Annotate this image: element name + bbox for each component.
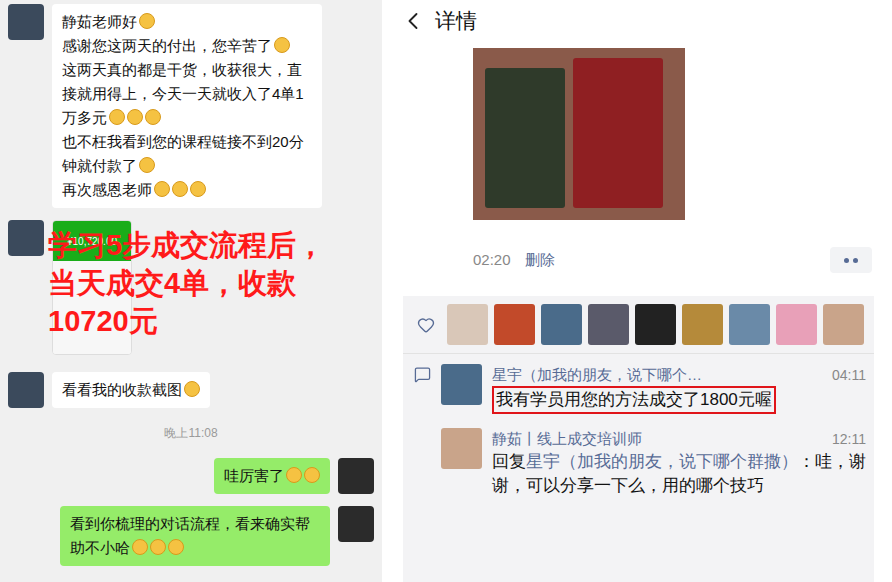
- emoji-icon: [132, 539, 148, 555]
- emoji-icon: [304, 467, 320, 483]
- liker-avatar[interactable]: [729, 304, 770, 345]
- chat-panel: 静茹老师好感谢您这两天的付出，您辛苦了这两天真的都是干货，收获很大，直接就用得上…: [0, 0, 382, 582]
- message-line: 感谢您这两天的付出，您辛苦了: [62, 34, 312, 58]
- my-avatar[interactable]: [338, 506, 374, 542]
- emoji-icon: [286, 467, 302, 483]
- message-bubble[interactable]: 哇厉害了: [214, 458, 330, 494]
- emoji-icon: [154, 181, 170, 197]
- liker-avatar[interactable]: [494, 304, 535, 345]
- message-bubble[interactable]: 看看我的收款截图: [52, 372, 210, 408]
- message-line: 看看我的收款截图: [62, 378, 200, 402]
- comment-time: 04:11: [832, 364, 866, 386]
- emoji-icon: [184, 381, 200, 397]
- dot-icon: [844, 258, 849, 263]
- message-line: 这两天真的都是干货，收获很大，直接就用得上，今天一天就收入了4单1万多元: [62, 58, 312, 130]
- comment-icon: [414, 366, 431, 383]
- message-line: 再次感恩老师: [62, 178, 312, 202]
- emoji-icon: [139, 13, 155, 29]
- emoji-icon: [109, 109, 125, 125]
- commenter-name[interactable]: 静茹丨线上成交培训师: [492, 428, 824, 450]
- contact-avatar[interactable]: [8, 220, 44, 256]
- liker-avatar[interactable]: [635, 304, 676, 345]
- timestamp: 晚上11:08: [0, 420, 382, 446]
- liker-avatar[interactable]: [776, 304, 817, 345]
- heart-icon: [417, 316, 435, 334]
- contact-avatar[interactable]: [8, 372, 44, 408]
- delete-link[interactable]: 删除: [525, 249, 555, 272]
- header-title: 详情: [435, 5, 477, 37]
- emoji-icon: [190, 181, 206, 197]
- contact-avatar[interactable]: [8, 4, 44, 40]
- chat-message: 看到你梳理的对话流程，看来确实帮助不小哈: [0, 506, 382, 566]
- message-line: 看到你梳理的对话流程，看来确实帮助不小哈: [70, 512, 320, 560]
- liker-avatar[interactable]: [541, 304, 582, 345]
- liker-avatar[interactable]: [447, 304, 488, 345]
- dot-icon: [853, 258, 858, 263]
- message-bubble[interactable]: 看到你梳理的对话流程，看来确实帮助不小哈: [60, 506, 330, 566]
- liker-avatar[interactable]: [823, 304, 864, 345]
- chat-message: ¥10,720.00学习5步成交流程后，当天成交4单，收款10720元: [0, 220, 382, 360]
- post-photo[interactable]: [473, 48, 685, 220]
- comment-time: 12:11: [832, 428, 866, 450]
- back-icon[interactable]: [399, 7, 427, 35]
- chat-message: 哇厉害了: [0, 458, 382, 494]
- page: 静茹老师好感谢您这两天的付出，您辛苦了这两天真的都是干货，收获很大，直接就用得上…: [0, 0, 892, 582]
- emoji-icon: [168, 539, 184, 555]
- emoji-icon: [274, 37, 290, 53]
- commenter-name[interactable]: 星宇（加我的朋友，说下哪个…: [492, 364, 824, 386]
- comment-text: 我有学员用您的方法成交了1800元喔: [492, 386, 776, 414]
- likes-row: [403, 296, 874, 354]
- interaction-box: 星宇（加我的朋友，说下哪个… 04:11 我有学员用您的方法成交了1800元喔静茹丨…: [403, 296, 874, 582]
- comment: 星宇（加我的朋友，说下哪个… 04:11 我有学员用您的方法成交了1800元喔: [441, 364, 866, 414]
- message-line: 静茹老师好: [62, 10, 312, 34]
- annotation-text: 学习5步成交流程后，当天成交4单，收款10720元: [48, 226, 348, 340]
- emoji-icon: [172, 181, 188, 197]
- liker-avatar[interactable]: [682, 304, 723, 345]
- liker-avatar[interactable]: [588, 304, 629, 345]
- comment: 静茹丨线上成交培训师 12:11回复星宇（加我的朋友，说下哪个群撒）：哇，谢谢，可…: [441, 428, 866, 498]
- chat-message: 静茹老师好感谢您这两天的付出，您辛苦了这两天真的都是干货，收获很大，直接就用得上…: [0, 4, 382, 208]
- chat-message: 看看我的收款截图: [0, 372, 382, 408]
- post-time: 02:20: [473, 249, 511, 272]
- comment-text: 回复星宇（加我的朋友，说下哪个群撒）：哇，谢谢，可以分享一下么，用的哪个技巧: [492, 450, 866, 498]
- emoji-icon: [150, 539, 166, 555]
- emoji-icon: [139, 157, 155, 173]
- more-button[interactable]: [830, 247, 872, 273]
- emoji-icon: [145, 109, 161, 125]
- message-line: 哇厉害了: [224, 464, 320, 488]
- my-avatar[interactable]: [338, 458, 374, 494]
- moment-detail-panel: 详情 02:20 删除星宇（加我的朋友，说下哪个… 04:11 我有学员用您的方法成交了…: [395, 0, 892, 582]
- header-bar: 详情: [395, 0, 892, 42]
- commenter-avatar[interactable]: [441, 364, 482, 405]
- emoji-icon: [127, 109, 143, 125]
- message-bubble[interactable]: 静茹老师好感谢您这两天的付出，您辛苦了这两天真的都是干货，收获很大，直接就用得上…: [52, 4, 322, 208]
- commenter-avatar[interactable]: [441, 428, 482, 469]
- message-line: 也不枉我看到您的课程链接不到20分钟就付款了: [62, 130, 312, 178]
